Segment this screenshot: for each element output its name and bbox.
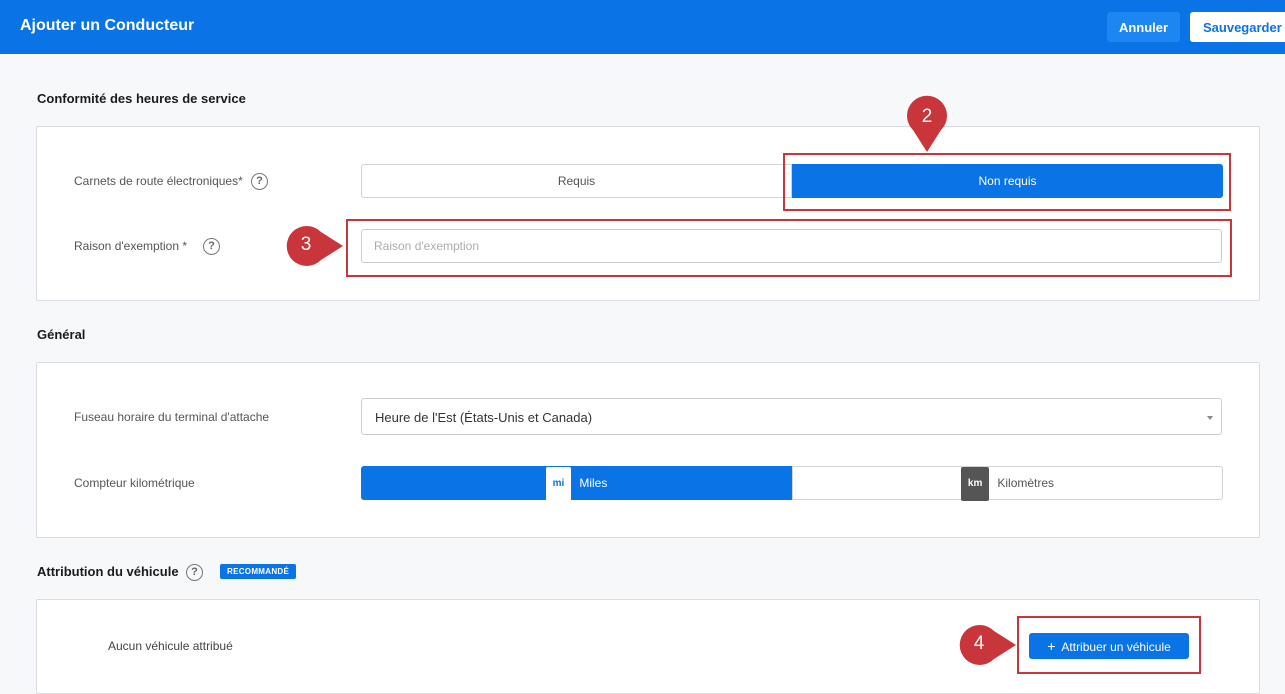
miles-chip: mi bbox=[545, 467, 572, 501]
odometer-label: Compteur kilométrique bbox=[74, 476, 195, 490]
highlight-box-4 bbox=[1017, 616, 1201, 674]
callout-number-4: 4 bbox=[973, 633, 985, 654]
km-chip: km bbox=[960, 467, 990, 501]
callout-number-2: 2 bbox=[921, 106, 933, 127]
highlight-box-3 bbox=[346, 219, 1232, 277]
highlight-box-2 bbox=[783, 153, 1231, 211]
callout-number-3: 3 bbox=[300, 234, 312, 255]
save-button[interactable]: Sauvegarder bbox=[1190, 12, 1285, 42]
timezone-select[interactable]: Heure de l'Est (États-Unis et Canada) bbox=[361, 398, 1222, 435]
cancel-button[interactable]: Annuler bbox=[1107, 12, 1180, 42]
miles-label: Miles bbox=[579, 476, 608, 490]
exemption-help-icon[interactable]: ? bbox=[203, 238, 220, 255]
no-vehicle-text: Aucun véhicule attribué bbox=[108, 639, 233, 653]
timezone-label: Fuseau horaire du terminal d'attache bbox=[74, 410, 270, 424]
timezone-value: Heure de l'Est (États-Unis et Canada) bbox=[375, 410, 593, 425]
vehicle-section-title: Attribution du véhicule bbox=[37, 564, 179, 579]
general-card bbox=[36, 362, 1260, 538]
eld-label: Carnets de route électroniques* bbox=[74, 174, 243, 188]
header-bar: Ajouter un Conducteur Annuler Sauvegarde… bbox=[0, 0, 1285, 54]
kilometers-label: Kilomètres bbox=[997, 476, 1055, 490]
vehicle-help-icon[interactable]: ? bbox=[186, 564, 203, 581]
recommended-badge: RECOMMANDÉ bbox=[220, 564, 297, 579]
odometer-option-miles[interactable]: mi Miles bbox=[361, 466, 792, 501]
exemption-label: Raison d'exemption * bbox=[74, 239, 188, 253]
hos-section-title: Conformité des heures de service bbox=[37, 91, 246, 106]
eld-help-icon[interactable]: ? bbox=[251, 173, 268, 190]
chevron-down-icon bbox=[1207, 416, 1213, 420]
eld-option-required[interactable]: Requis bbox=[361, 164, 792, 198]
general-section-title: Général bbox=[37, 327, 86, 342]
odometer-option-kilometers[interactable]: km Kilomètres bbox=[792, 466, 1223, 501]
page-title: Ajouter un Conducteur bbox=[20, 17, 195, 34]
